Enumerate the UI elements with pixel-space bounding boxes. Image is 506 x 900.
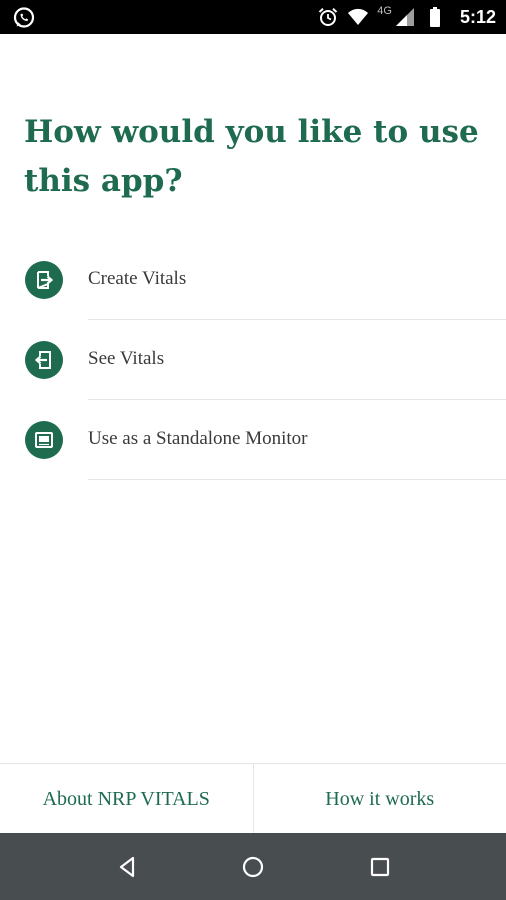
- status-time: 5:12: [459, 6, 496, 27]
- option-label: Use as a Standalone Monitor: [88, 428, 308, 449]
- alarm-icon: [317, 6, 339, 28]
- battery-icon: [424, 6, 446, 28]
- option-label: See Vitals: [88, 348, 165, 369]
- app-screen: 4G 5:12 How would you like to use this a…: [0, 0, 506, 900]
- create-vitals-icon: [25, 261, 63, 299]
- footer-links: About NRP VITALS How it works: [0, 763, 506, 834]
- option-create-vitals[interactable]: Create Vitals: [0, 240, 506, 320]
- option-see-vitals[interactable]: See Vitals: [0, 320, 506, 400]
- whatsapp-icon: [12, 6, 36, 30]
- wifi-icon: [347, 6, 369, 28]
- about-link[interactable]: About NRP VITALS: [0, 764, 254, 834]
- page-title: How would you like to use this app?: [24, 114, 479, 199]
- home-icon[interactable]: [239, 853, 267, 881]
- network-type-label: 4G: [377, 5, 392, 17]
- option-list: Create Vitals See Vitals Use as a Standa…: [0, 240, 506, 480]
- how-it-works-link[interactable]: How it works: [254, 764, 506, 834]
- status-bar: 4G 5:12: [0, 0, 506, 34]
- divider: [88, 479, 506, 480]
- signal-icon: [394, 6, 416, 28]
- back-icon[interactable]: [114, 853, 142, 881]
- see-vitals-icon: [25, 341, 63, 379]
- monitor-icon: [25, 421, 63, 459]
- option-label: Create Vitals: [88, 268, 187, 289]
- status-icons: 4G 5:12: [317, 0, 496, 34]
- option-standalone-monitor[interactable]: Use as a Standalone Monitor: [0, 400, 506, 480]
- recents-icon[interactable]: [366, 853, 394, 881]
- navigation-bar: [0, 833, 506, 900]
